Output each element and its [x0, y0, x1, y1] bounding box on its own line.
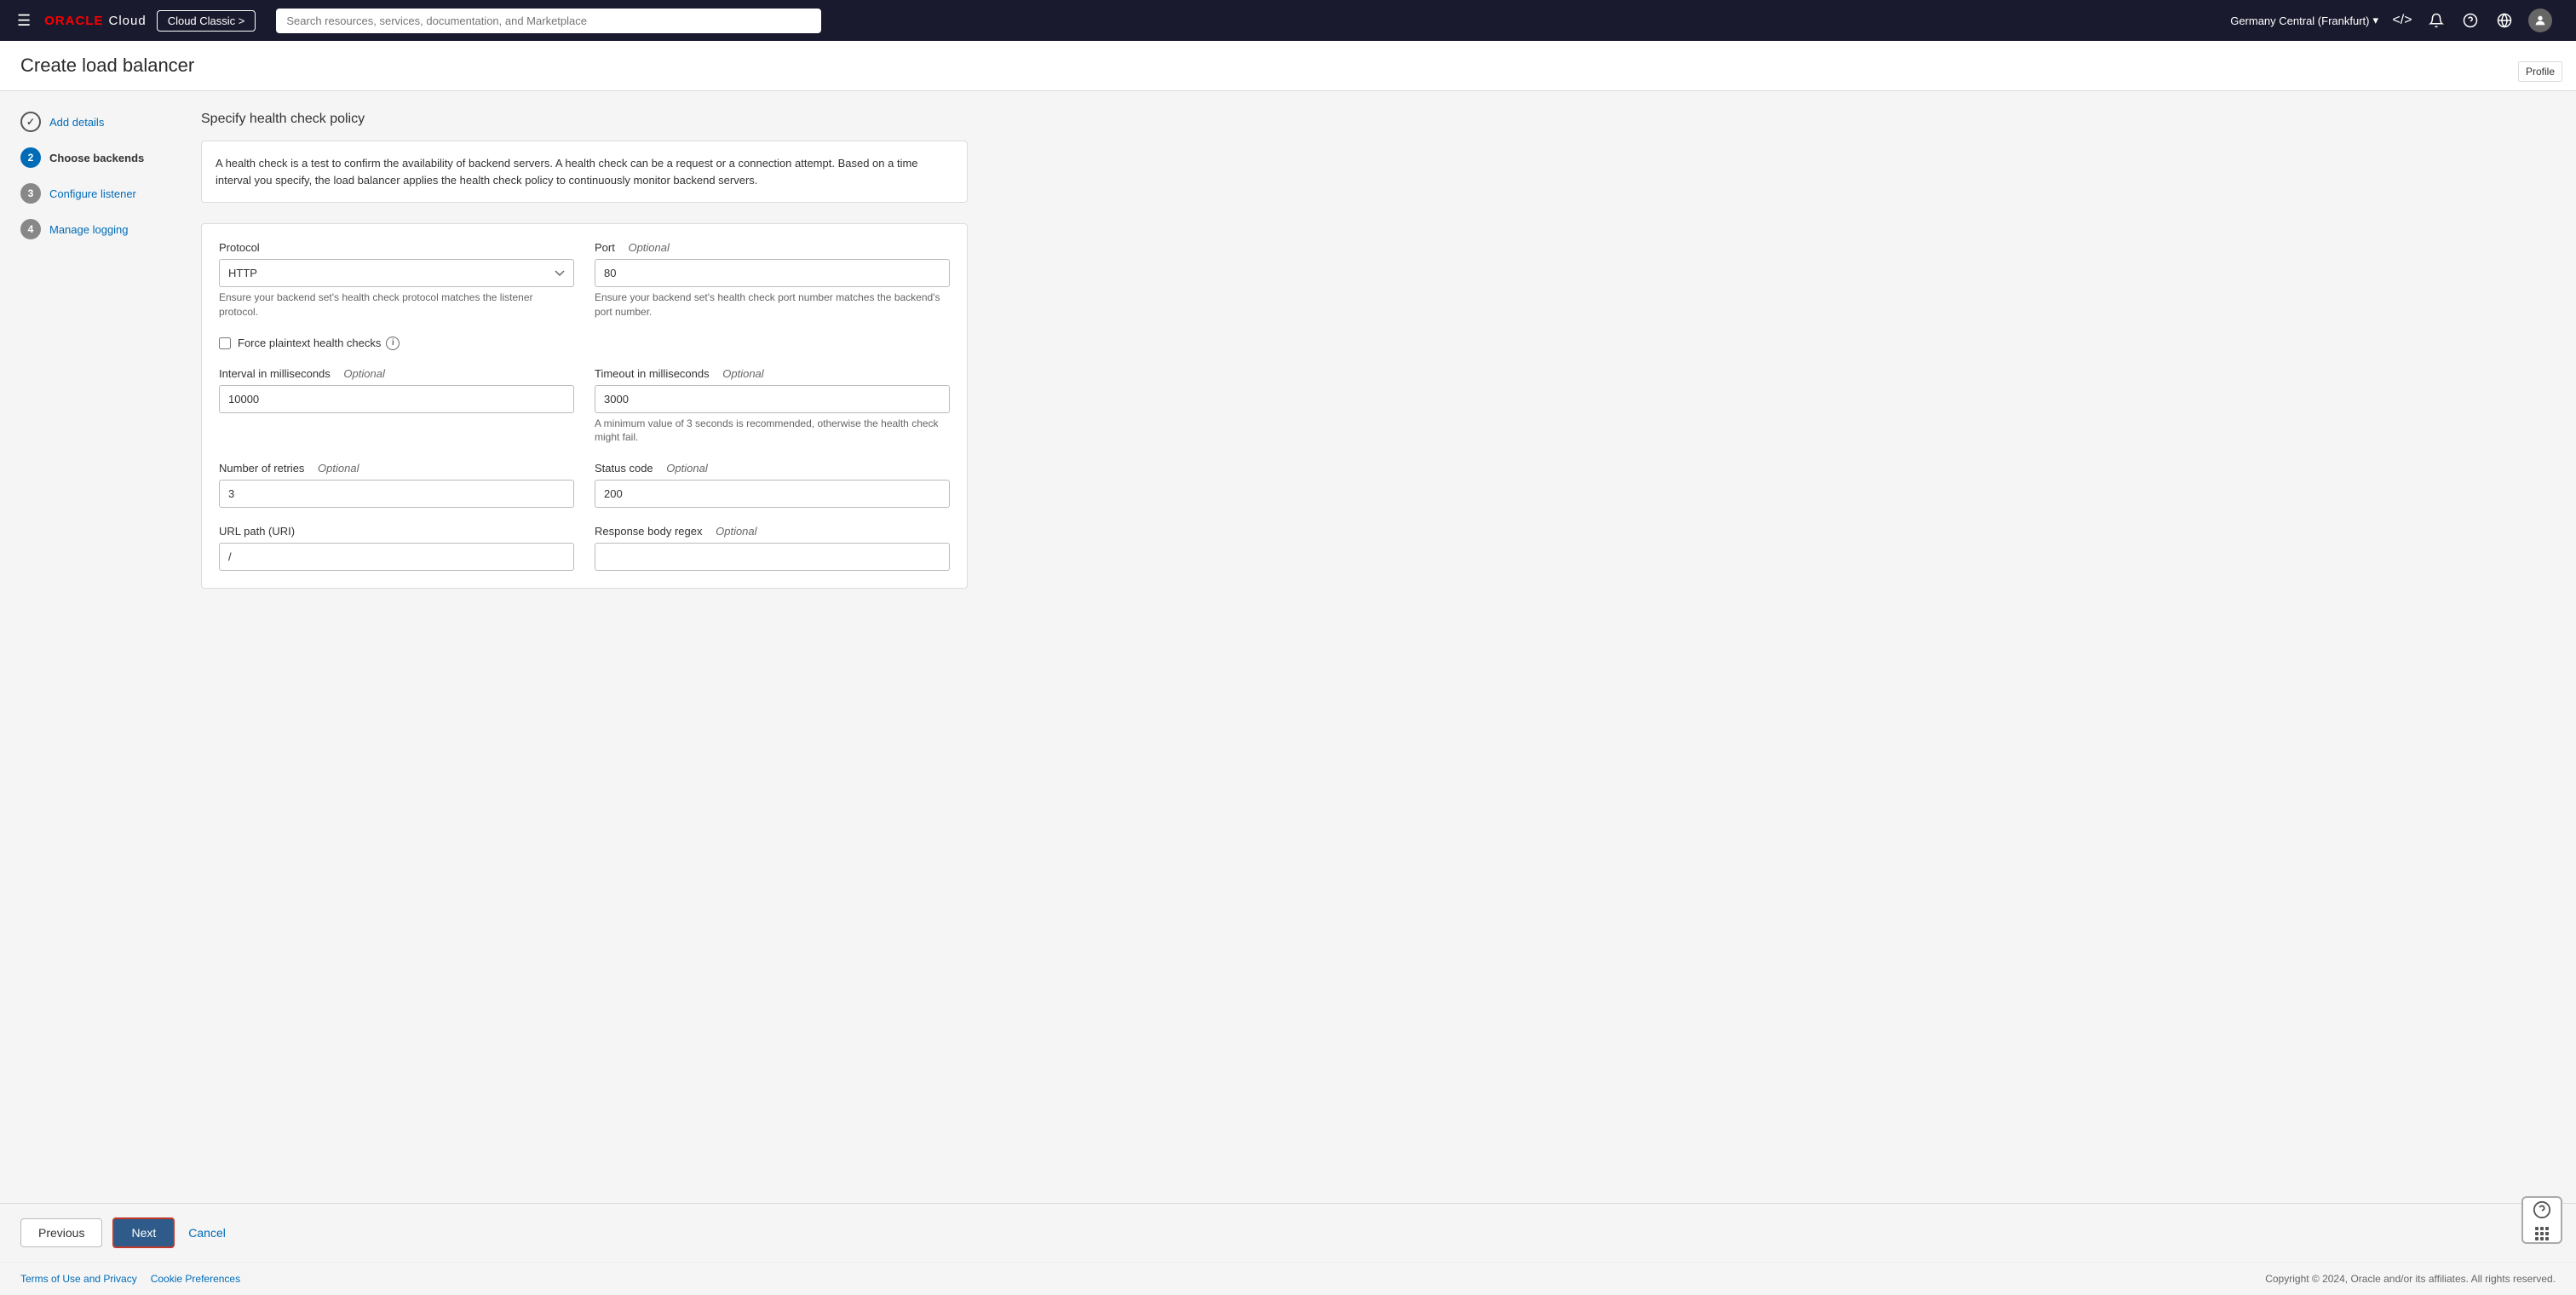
help-widget[interactable] [2521, 1196, 2562, 1244]
timeout-hint: A minimum value of 3 seconds is recommen… [595, 417, 950, 446]
hamburger-icon[interactable]: ☰ [14, 9, 34, 33]
avatar[interactable] [2528, 9, 2552, 32]
port-group: Port Optional Ensure your backend set's … [595, 241, 950, 319]
step-1-item[interactable]: ✓ Add details [20, 112, 174, 132]
step-4-circle: 4 [20, 219, 41, 239]
retries-status-row: Number of retries Optional Status code O… [219, 462, 950, 508]
interval-group: Interval in milliseconds Optional [219, 367, 574, 446]
force-plaintext-label[interactable]: Force plaintext health checks i [238, 337, 400, 350]
status-code-label: Status code Optional [595, 462, 950, 475]
code-icon[interactable]: </> [2392, 10, 2412, 31]
cookies-link[interactable]: Cookie Preferences [151, 1273, 240, 1285]
help-widget-dots [2535, 1227, 2549, 1240]
region-label: Germany Central (Frankfurt) [2230, 14, 2369, 27]
step-2-circle: 2 [20, 147, 41, 168]
cancel-button[interactable]: Cancel [185, 1219, 229, 1246]
profile-tooltip: Profile [2518, 61, 2562, 82]
main-content: ✓ Add details 2 Choose backends 3 Config… [0, 91, 2576, 1203]
region-selector[interactable]: Germany Central (Frankfurt) ▾ [2230, 14, 2378, 27]
page-header: Create load balancer Help [0, 41, 2576, 91]
search-input[interactable] [276, 9, 821, 33]
status-code-input[interactable] [595, 480, 950, 508]
globe-icon[interactable] [2494, 10, 2515, 31]
region-chevron-icon: ▾ [2372, 14, 2378, 27]
force-plaintext-row: Force plaintext health checks i [219, 337, 950, 350]
timeout-input[interactable] [595, 385, 950, 413]
protocol-port-row: Protocol HTTP HTTPS TCP Ensure your back… [219, 241, 950, 319]
dot-3 [2545, 1227, 2549, 1230]
cloud-text: Cloud [108, 14, 146, 28]
nav-right: Germany Central (Frankfurt) ▾ </> [2230, 9, 2552, 32]
step-4-item[interactable]: 4 Manage logging [20, 219, 174, 239]
response-body-label: Response body regex Optional [595, 525, 950, 538]
step-2-label: Choose backends [49, 152, 144, 164]
port-label: Port Optional [595, 241, 950, 254]
url-path-label: URL path (URI) [219, 525, 574, 538]
oracle-logo: ORACLE Cloud [44, 14, 147, 28]
step-3-circle: 3 [20, 183, 41, 204]
dot-5 [2540, 1232, 2544, 1235]
step-1-label: Add details [49, 116, 104, 129]
protocol-select-wrapper: HTTP HTTPS TCP [219, 259, 574, 287]
protocol-group: Protocol HTTP HTTPS TCP Ensure your back… [219, 241, 574, 319]
retries-label: Number of retries Optional [219, 462, 574, 475]
force-plaintext-info-icon[interactable]: i [386, 337, 400, 350]
url-path-group: URL path (URI) [219, 525, 574, 571]
response-body-group: Response body regex Optional [595, 525, 950, 571]
interval-timeout-row: Interval in milliseconds Optional Timeou… [219, 367, 950, 446]
cloud-classic-button[interactable]: Cloud Classic > [157, 10, 256, 32]
bell-icon[interactable] [2426, 10, 2447, 31]
port-input[interactable] [595, 259, 950, 287]
protocol-hint: Ensure your backend set's health check p… [219, 291, 574, 319]
force-plaintext-checkbox[interactable] [219, 337, 231, 349]
protocol-select[interactable]: HTTP HTTPS TCP [219, 259, 574, 287]
footer: Terms of Use and Privacy Cookie Preferen… [0, 1262, 2576, 1295]
step-2-item: 2 Choose backends [20, 147, 174, 168]
next-button[interactable]: Next [112, 1217, 175, 1248]
form-area: Specify health check policy A health che… [201, 112, 968, 1183]
step-3-item[interactable]: 3 Configure listener [20, 183, 174, 204]
step-4-label: Manage logging [49, 223, 129, 236]
top-nav: ☰ ORACLE Cloud Cloud Classic > Germany C… [0, 0, 2576, 41]
dot-2 [2540, 1227, 2544, 1230]
sidebar-steps: ✓ Add details 2 Choose backends 3 Config… [20, 112, 174, 1183]
help-circle-icon[interactable] [2460, 10, 2481, 31]
step-1-circle: ✓ [20, 112, 41, 132]
step-3-number: 3 [28, 187, 34, 199]
step-2-number: 2 [28, 152, 34, 164]
step-3-label: Configure listener [49, 187, 136, 200]
action-bar: Previous Next Cancel [0, 1203, 2576, 1262]
oracle-text: ORACLE [44, 14, 103, 28]
dot-7 [2535, 1237, 2539, 1240]
dot-8 [2540, 1237, 2544, 1240]
dot-9 [2545, 1237, 2549, 1240]
form-section: Protocol HTTP HTTPS TCP Ensure your back… [201, 223, 968, 589]
check-icon: ✓ [26, 116, 35, 128]
status-code-group: Status code Optional [595, 462, 950, 508]
retries-group: Number of retries Optional [219, 462, 574, 508]
protocol-label: Protocol [219, 241, 574, 254]
url-path-input[interactable] [219, 543, 574, 571]
response-body-input[interactable] [595, 543, 950, 571]
search-container [276, 9, 821, 33]
dot-6 [2545, 1232, 2549, 1235]
port-hint: Ensure your backend set's health check p… [595, 291, 950, 319]
interval-label: Interval in milliseconds Optional [219, 367, 574, 380]
footer-links: Terms of Use and Privacy Cookie Preferen… [20, 1273, 240, 1285]
retries-input[interactable] [219, 480, 574, 508]
url-response-row: URL path (URI) Response body regex Optio… [219, 525, 950, 571]
page-title: Create load balancer [20, 55, 194, 77]
timeout-label: Timeout in milliseconds Optional [595, 367, 950, 380]
interval-input[interactable] [219, 385, 574, 413]
previous-button[interactable]: Previous [20, 1218, 102, 1247]
copyright-text: Copyright © 2024, Oracle and/or its affi… [2265, 1273, 2556, 1285]
info-box: A health check is a test to confirm the … [201, 141, 968, 203]
dot-1 [2535, 1227, 2539, 1230]
help-widget-icon [2533, 1200, 2551, 1223]
terms-link[interactable]: Terms of Use and Privacy [20, 1273, 137, 1285]
section-title: Specify health check policy [201, 112, 968, 127]
dot-4 [2535, 1232, 2539, 1235]
timeout-group: Timeout in milliseconds Optional A minim… [595, 367, 950, 446]
step-4-number: 4 [28, 223, 34, 235]
